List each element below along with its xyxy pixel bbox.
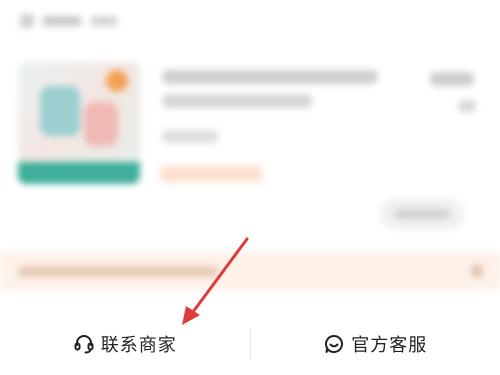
product-spec [162, 130, 218, 143]
notice-text [18, 266, 218, 277]
order-card [0, 0, 500, 312]
headset-icon [73, 333, 95, 355]
order-action-button[interactable] [380, 198, 464, 230]
product-price [430, 72, 474, 86]
product-title-line[interactable] [162, 70, 378, 84]
thumbnail-badge [106, 70, 128, 92]
shop-chevron-icon [90, 16, 118, 26]
thumbnail-figure [40, 86, 80, 136]
thumbnail-band [18, 162, 140, 184]
thumbnail-figure [84, 102, 118, 146]
official-service-button[interactable]: 官方客服 [251, 312, 500, 375]
product-title-line[interactable] [162, 94, 312, 108]
shop-icon [20, 14, 34, 28]
official-service-label: 官方客服 [351, 334, 428, 356]
product-thumbnail[interactable] [18, 62, 140, 184]
contact-merchant-button[interactable]: 联系商家 [0, 312, 250, 375]
notice-chevron-icon [472, 265, 482, 277]
bottom-action-bar: 联系商家 官方客服 [0, 312, 500, 375]
shop-header[interactable] [20, 14, 118, 28]
chat-bubble-icon [323, 333, 345, 355]
shop-name [42, 16, 82, 26]
contact-merchant-label: 联系商家 [100, 334, 177, 356]
product-quantity [458, 100, 476, 112]
notice-banner[interactable] [0, 252, 500, 290]
promo-tag [160, 166, 262, 182]
